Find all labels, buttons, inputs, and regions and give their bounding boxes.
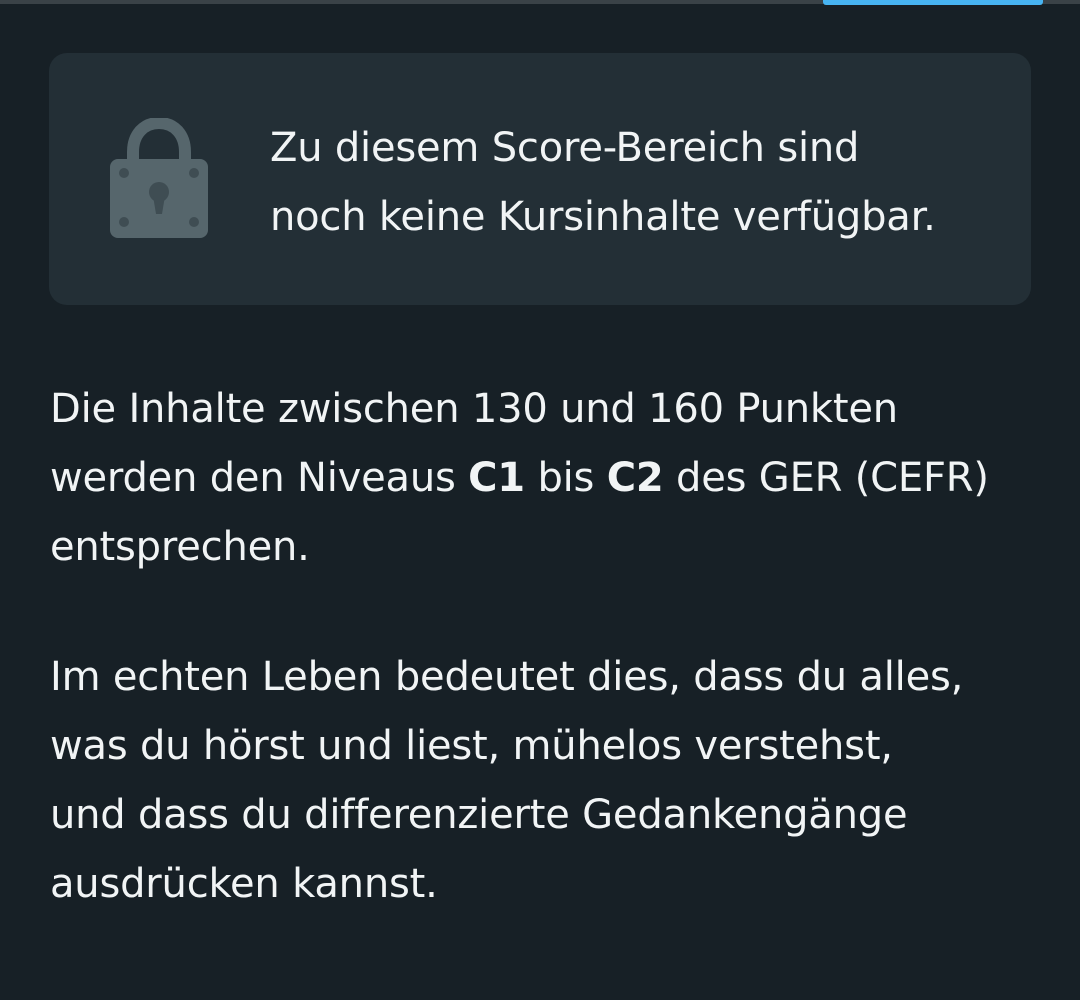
real-life-description: Im echten Leben bedeutet dies, dass du a… (50, 654, 964, 907)
level-separator: bis (537, 455, 595, 501)
score-range-sentence: Die Inhalte zwischen 130 und 160 Punkten (50, 386, 898, 432)
level-to: C2 (606, 455, 664, 501)
framework-name: des GER (CEFR) (676, 455, 989, 501)
lock-icon (110, 118, 208, 238)
level-prefix: werden den Niveaus (50, 455, 456, 501)
active-tab-indicator (823, 0, 1043, 5)
level-from: C1 (468, 455, 525, 501)
sentence-ending: entsprechen. (50, 524, 310, 570)
score-level-description: Die Inhalte zwischen 130 und 160 Punkten… (50, 375, 1050, 582)
locked-content-message: Zu diesem Score-Bereich sind noch keine … (270, 125, 936, 240)
